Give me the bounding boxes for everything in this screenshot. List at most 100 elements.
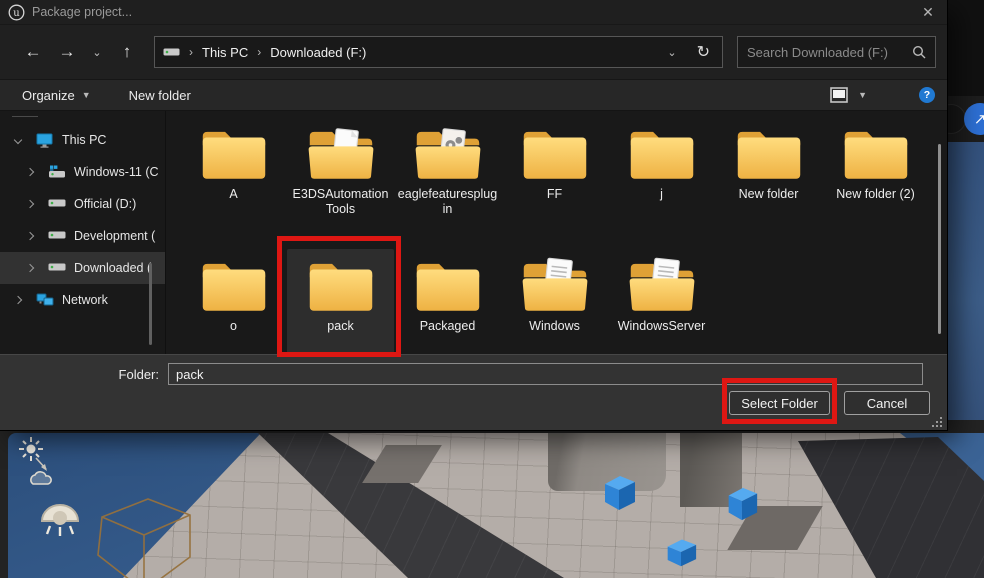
sidebar-item-label: Official (D:) xyxy=(74,197,136,211)
dialog-titlebar[interactable]: u Package project... ✕ xyxy=(0,0,947,25)
folder-item-e3dsautomation-tools[interactable]: E3DSAutomation Tools xyxy=(287,117,394,233)
drive-icon xyxy=(163,46,180,58)
folder-item-pack[interactable]: pack xyxy=(287,249,394,365)
unreal-logo: u xyxy=(8,4,25,21)
sidebar-item-development[interactable]: Development ( xyxy=(0,220,165,252)
folder-icon xyxy=(622,120,702,184)
sidebar: This PC Windows-11 (C Official (D:) Develop… xyxy=(0,111,166,354)
command-bar: Organize ▼ New folder ▼ ? xyxy=(0,80,947,111)
refresh-button[interactable]: ↻ xyxy=(697,42,710,62)
breadcrumb-item[interactable]: Downloaded (F:) xyxy=(270,45,366,60)
chevron-down-icon: ▼ xyxy=(82,90,91,100)
editor-right-strip: ↗ xyxy=(947,0,984,430)
folder-icon xyxy=(836,120,916,184)
sidebar-item-official-d[interactable]: Official (D:) xyxy=(0,188,165,220)
close-button[interactable]: ✕ xyxy=(917,2,939,22)
folder-icon xyxy=(515,120,595,184)
screen: ↗ xyxy=(0,0,984,578)
folder-icon xyxy=(729,120,809,184)
back-button[interactable]: ← xyxy=(16,42,50,62)
chevron-down-icon[interactable] xyxy=(14,136,23,145)
sky-atmosphere-icon[interactable] xyxy=(28,471,54,487)
file-list: A E3DSAutomation Toolseaglefeaturesplugin… xyxy=(166,111,947,354)
folder-name: Windows xyxy=(529,319,580,334)
sidebar-item-downloaded[interactable]: Downloaded ( xyxy=(0,252,165,284)
view-mode-icon[interactable] xyxy=(830,87,848,103)
folder-icon xyxy=(515,252,595,316)
chevron-right-icon[interactable] xyxy=(26,200,35,209)
sidebar-item-this-pc[interactable]: This PC xyxy=(0,124,165,156)
folder-label: Folder: xyxy=(0,367,168,382)
up-button[interactable]: ↑ xyxy=(110,42,144,62)
recent-locations-button[interactable]: ⌄ xyxy=(84,46,110,59)
select-folder-button[interactable]: Select Folder xyxy=(729,391,830,415)
chevron-right-icon[interactable] xyxy=(14,296,23,305)
blue-cube xyxy=(663,536,699,568)
folder-name-input[interactable] xyxy=(168,363,923,385)
navigation-bar: ← → ⌄ ↑ › This PC › Downloaded (F:) ⌄ ↻ xyxy=(0,25,947,80)
folder-item-o[interactable]: o xyxy=(180,249,287,365)
folder-name: j xyxy=(660,187,663,202)
folder-item-new-folder-2[interactable]: New folder (2) xyxy=(822,117,929,233)
folder-name: A xyxy=(229,187,237,202)
launch-arrow-button[interactable]: ↗ xyxy=(964,103,984,135)
folder-item-new-folder[interactable]: New folder xyxy=(715,117,822,233)
dialog-title: Package project... xyxy=(32,5,132,19)
package-project-dialog: u Package project... ✕ ← → ⌄ ↑ ›This PC›… xyxy=(0,0,947,430)
blue-cube xyxy=(598,473,638,513)
arrow-up-right-icon: ↗ xyxy=(974,110,984,128)
sidebar-item-label: This PC xyxy=(62,133,106,147)
chevron-right-icon[interactable] xyxy=(26,168,35,177)
drive-icon xyxy=(48,229,65,244)
organize-button[interactable]: Organize ▼ xyxy=(22,88,91,103)
sidebar-item-label: Development ( xyxy=(74,229,155,243)
cancel-button[interactable]: Cancel xyxy=(844,391,930,415)
folder-name: eaglefeaturesplugin xyxy=(397,187,499,217)
folder-icon xyxy=(408,252,488,316)
windows-drive-icon xyxy=(48,165,65,180)
search-input[interactable] xyxy=(747,45,912,60)
folder-icon xyxy=(622,252,702,316)
folder-name: New folder xyxy=(739,187,799,202)
folder-item-ff[interactable]: FF xyxy=(501,117,608,233)
dialog-footer: Folder: Select Folder Cancel xyxy=(0,354,947,430)
editor-viewport[interactable] xyxy=(0,420,984,578)
sidebar-scrollbar[interactable] xyxy=(149,263,152,345)
chevron-right-icon[interactable] xyxy=(26,232,35,241)
folder-icon xyxy=(194,120,274,184)
breadcrumb-item[interactable]: This PC xyxy=(202,45,248,60)
directional-light-icon[interactable] xyxy=(16,436,52,476)
resize-grip[interactable] xyxy=(932,417,942,427)
folder-item-packaged[interactable]: Packaged xyxy=(394,249,501,365)
folder-item-windows[interactable]: Windows xyxy=(501,249,608,365)
breadcrumb-separator: › xyxy=(189,45,193,59)
folder-icon xyxy=(301,120,381,184)
sidebar-item-network[interactable]: Network xyxy=(0,284,165,316)
folder-name: E3DSAutomation Tools xyxy=(290,187,392,217)
forward-button[interactable]: → xyxy=(50,42,84,62)
breadcrumb-separator: › xyxy=(257,45,261,59)
folder-name: FF xyxy=(547,187,562,202)
folder-item-windowsserver[interactable]: WindowsServer xyxy=(608,249,715,365)
view-dropdown-button[interactable]: ▼ xyxy=(858,90,867,100)
drive-icon xyxy=(48,197,65,212)
search-box[interactable] xyxy=(737,36,936,68)
sidebar-item-label: Windows-11 (C xyxy=(74,165,159,179)
folder-name: WindowsServer xyxy=(618,319,706,334)
sidebar-item-windows-11-c[interactable]: Windows-11 (C xyxy=(0,156,165,188)
folder-item-eaglefeaturesplugin[interactable]: eaglefeaturesplugin xyxy=(394,117,501,233)
selection-wireframe-cube xyxy=(68,495,194,578)
folder-item-a[interactable]: A xyxy=(180,117,287,233)
dialog-content: This PC Windows-11 (C Official (D:) Develop… xyxy=(0,111,947,354)
folder-name: Packaged xyxy=(420,319,476,334)
new-folder-button[interactable]: New folder xyxy=(129,88,191,103)
help-button[interactable]: ? xyxy=(919,87,935,103)
breadcrumb[interactable]: › This PC › Downloaded (F:) ⌄ ↻ xyxy=(154,36,723,68)
folder-item-j[interactable]: j xyxy=(608,117,715,233)
folder-name: New folder (2) xyxy=(836,187,915,202)
files-scrollbar[interactable] xyxy=(938,144,941,334)
monitor-icon xyxy=(36,133,53,148)
address-dropdown-button[interactable]: ⌄ xyxy=(667,46,676,59)
chevron-right-icon[interactable] xyxy=(26,264,35,273)
sidebar-item-label: Downloaded ( xyxy=(74,261,151,275)
